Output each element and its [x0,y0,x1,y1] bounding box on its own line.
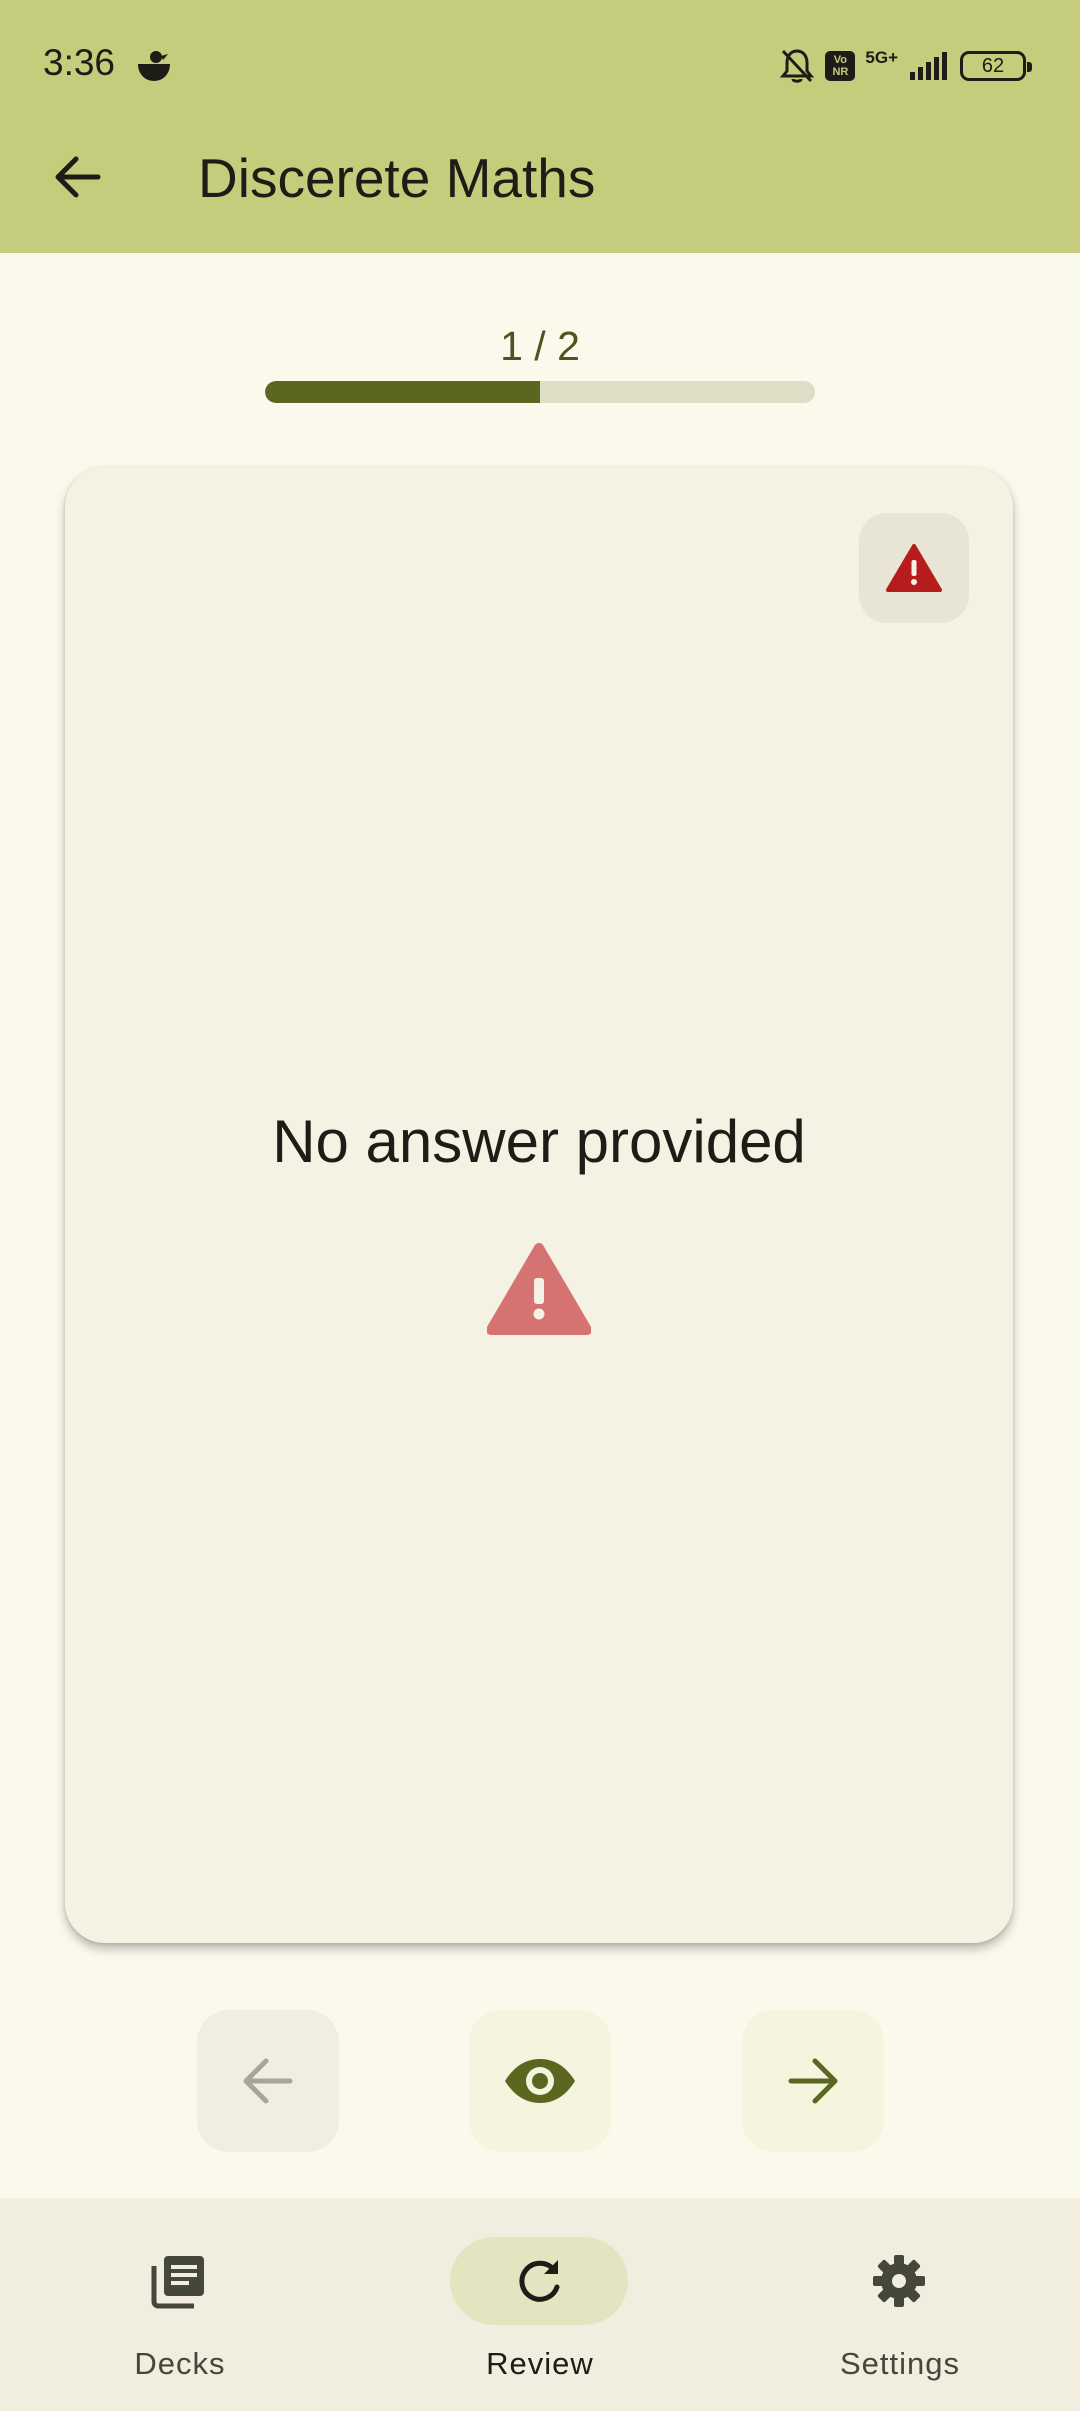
refresh-icon [519,2260,560,2302]
card-answer-text: No answer provided [272,1108,806,1175]
nav-item-settings[interactable]: Settings [720,2198,1080,2411]
vonr-badge: Vo NR [825,51,856,81]
next-card-button[interactable] [742,2010,884,2152]
battery-indicator: 62 [960,51,1032,81]
status-icons: Vo NR 5G+ 62 [779,44,1032,88]
warning-icon [886,544,942,592]
nav-label: Decks [134,2346,226,2381]
nav-label: Review [486,2346,594,2381]
progress-counter: 1 / 2 [500,323,580,369]
signal-icon [910,52,947,80]
nav-pill [90,2237,268,2325]
report-button[interactable] [859,513,969,623]
battery-level: 62 [981,54,1005,77]
bell-off-icon [780,49,815,83]
nav-item-decks[interactable]: Decks [0,2198,360,2411]
bottom-navigation: Decks Review Settings [0,2198,1080,2411]
flip-card-button[interactable] [469,2010,611,2152]
nav-item-review[interactable]: Review [360,2198,720,2411]
notification-app-icon [138,51,170,81]
eye-icon [505,2059,575,2103]
arrow-left-icon [55,156,101,198]
nav-label: Settings [839,2346,960,2381]
progress-bar [265,381,815,403]
top-bar: 3:36 Vo NR 5G+ 62 Discerete Maths [0,0,1080,253]
decks-icon [151,2256,204,2309]
nav-pill-active [450,2237,628,2325]
gear-icon [873,2255,925,2307]
previous-card-button[interactable] [197,2010,339,2152]
arrow-left-icon [243,2058,293,2104]
network-type: 5G+ [865,48,898,67]
status-time: 3:36 [43,42,116,83]
warning-icon [487,1243,591,1335]
flashcard[interactable]: No answer provided [65,467,1013,1943]
arrow-right-icon [788,2058,838,2104]
page-title: Discerete Maths [198,147,596,209]
nav-pill [810,2237,988,2325]
back-button[interactable] [42,142,112,212]
progress-bar-fill [265,381,540,403]
